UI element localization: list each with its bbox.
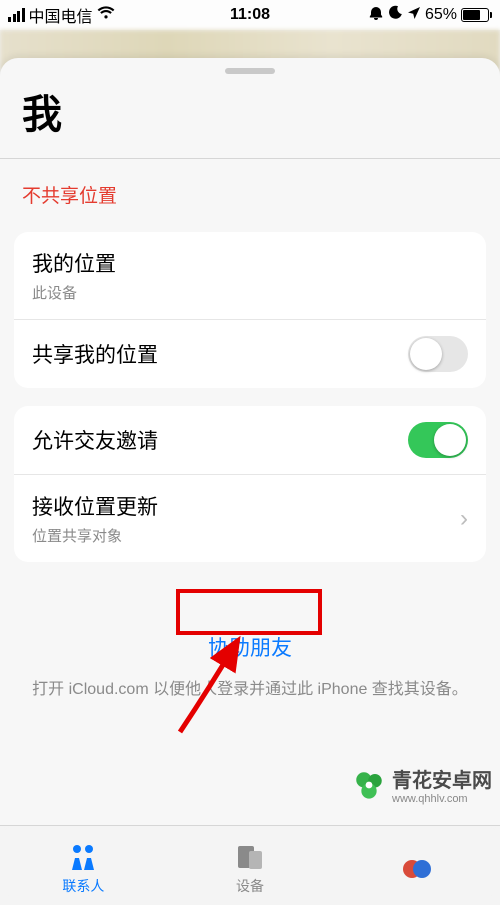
row-my-location[interactable]: 我的位置 此设备 xyxy=(14,232,486,319)
alarm-icon xyxy=(368,5,384,26)
watermark-logo-icon xyxy=(352,768,386,802)
battery-pct: 65% xyxy=(425,6,457,24)
people-icon xyxy=(66,842,100,872)
row-share-my-location: 共享我的位置 xyxy=(14,319,486,388)
status-right: 65% xyxy=(368,5,492,26)
settings-group-friends: 允许交友邀请 接收位置更新 位置共享对象 › xyxy=(14,406,486,562)
status-time: 11:08 xyxy=(230,6,270,24)
watermark: 青花安卓网 www.qhhlv.com xyxy=(352,764,492,805)
share-my-location-toggle[interactable] xyxy=(408,336,468,372)
watermark-text: 青花安卓网 xyxy=(392,764,492,793)
receive-location-updates-sub: 位置共享对象 xyxy=(32,525,452,546)
signal-icon xyxy=(8,8,25,22)
share-my-location-label: 共享我的位置 xyxy=(32,339,408,369)
help-friend-block: 协助朋友 打开 iCloud.com 以便他人登录并通过此 iPhone 查找其… xyxy=(0,628,500,702)
settings-group-location: 我的位置 此设备 共享我的位置 xyxy=(14,232,486,388)
carrier-label: 中国电信 xyxy=(29,3,93,27)
allow-friend-requests-label: 允许交友邀请 xyxy=(32,425,408,455)
devices-icon xyxy=(235,842,265,872)
wifi-icon xyxy=(97,6,115,25)
help-friend-desc: 打开 iCloud.com 以便他人登录并通过此 iPhone 查找其设备。 xyxy=(24,678,476,702)
help-friend-link[interactable]: 协助朋友 xyxy=(198,628,302,666)
status-bar: 中国电信 11:08 65% xyxy=(0,0,500,30)
tab-devices[interactable]: 设备 xyxy=(167,826,334,905)
battery-icon xyxy=(461,8,492,22)
allow-friend-requests-toggle[interactable] xyxy=(408,422,468,458)
watermark-url: www.qhhlv.com xyxy=(392,793,492,805)
receive-location-updates-label: 接收位置更新 xyxy=(32,491,452,521)
row-allow-friend-requests: 允许交友邀请 xyxy=(14,406,486,474)
location-icon xyxy=(407,6,421,25)
tab-people-label: 联系人 xyxy=(62,876,104,896)
do-not-disturb-icon xyxy=(388,5,403,25)
row-receive-location-updates[interactable]: 接收位置更新 位置共享对象 › xyxy=(14,474,486,562)
my-location-label: 我的位置 xyxy=(32,248,468,278)
page-title: 我 xyxy=(0,80,500,158)
tab-third-icon xyxy=(402,854,432,884)
my-location-sub: 此设备 xyxy=(32,282,468,303)
status-left: 中国电信 xyxy=(8,3,115,27)
tab-bar: 联系人 设备 xyxy=(0,825,500,905)
chevron-right-icon: › xyxy=(460,505,468,533)
sheet-grabber[interactable] xyxy=(225,68,275,74)
tab-devices-label: 设备 xyxy=(236,876,264,896)
stop-sharing-link[interactable]: 不共享位置 xyxy=(0,159,500,232)
tab-third[interactable] xyxy=(333,826,500,905)
tab-people[interactable]: 联系人 xyxy=(0,826,167,905)
